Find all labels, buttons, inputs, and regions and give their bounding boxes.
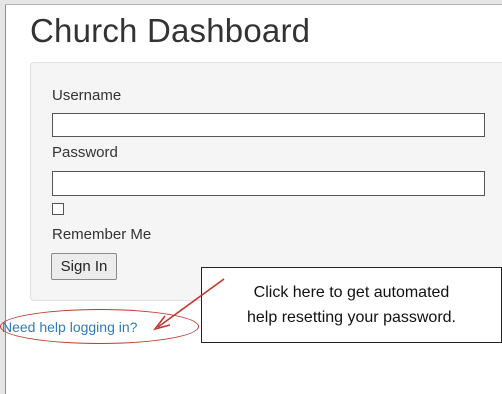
- annotation-oval: [0, 309, 199, 344]
- password-label: Password: [52, 144, 118, 161]
- password-input[interactable]: [52, 171, 485, 196]
- page-title: Church Dashboard: [30, 12, 311, 49]
- window-frame-top-edge: [5, 4, 502, 5]
- username-input[interactable]: [52, 113, 485, 137]
- remember-me-label: Remember Me: [52, 226, 152, 243]
- remember-me-checkbox[interactable]: [52, 203, 64, 215]
- annotation-line-1: Click here to get automated: [253, 284, 450, 301]
- annotation-callout: Click here to get automated help resetti…: [201, 267, 502, 343]
- username-label: Username: [52, 87, 122, 104]
- sign-in-button[interactable]: Sign In: [51, 253, 117, 280]
- annotation-line-2: help resetting your password.: [247, 309, 456, 326]
